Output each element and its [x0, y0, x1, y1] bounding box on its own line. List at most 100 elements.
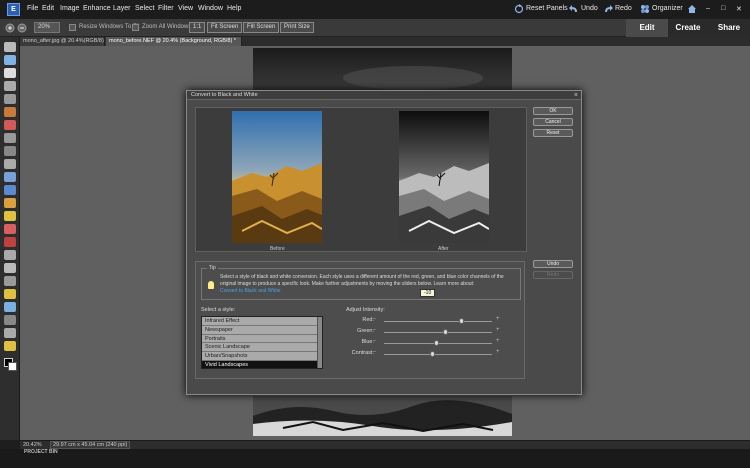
magic-wand-tool-icon[interactable]	[4, 133, 16, 143]
list-item[interactable]: Portraits	[202, 334, 319, 344]
list-item[interactable]: Scenic Landscape	[202, 343, 319, 353]
zoom-tool-icon[interactable]	[4, 55, 16, 65]
eyedropper-tool-icon[interactable]	[4, 81, 16, 91]
doc-tab-mono-after[interactable]: mono_after.jpg @ 20.4%(RGB/8)	[20, 37, 105, 46]
status-bar: 20.42% 29.97 cm x 45.04 cm (240 ppi)	[20, 440, 750, 449]
undo-button[interactable]: Undo	[581, 5, 598, 12]
lasso-tool-icon[interactable]	[4, 107, 16, 117]
home-icon[interactable]	[687, 4, 697, 14]
plus-icon: +	[496, 327, 500, 333]
red-slider-track[interactable]	[384, 321, 492, 322]
dialog-redo-button[interactable]: Redo	[533, 271, 573, 279]
blue-slider-label: Blue:	[361, 339, 374, 345]
clone-stamp-tool-icon[interactable]	[4, 211, 16, 221]
mode-tab-bar: Edit Create Share	[626, 19, 750, 37]
quick-selection-tool-icon[interactable]	[4, 120, 16, 130]
menu-window[interactable]: Window	[198, 5, 223, 12]
reset-panels-icon	[514, 4, 524, 14]
menu-edit[interactable]: Edit	[42, 5, 54, 12]
recompose-tool-icon[interactable]	[4, 172, 16, 182]
tab-share[interactable]: Share	[708, 19, 750, 37]
crop-tool-icon[interactable]	[4, 159, 16, 169]
background-color-swatch[interactable]	[8, 362, 17, 371]
dialog-close-icon[interactable]: ×	[574, 91, 578, 100]
shape-tool-icon[interactable]	[4, 289, 16, 299]
custom-shape-tool-icon[interactable]	[4, 341, 16, 351]
list-item-selected[interactable]: Vivid Landscapes	[202, 360, 319, 368]
brush-tool-icon[interactable]	[4, 237, 16, 247]
red-slider-label: Red:	[362, 317, 374, 323]
minus-icon: -	[374, 338, 376, 344]
zoom-all-windows-checkbox[interactable]	[132, 24, 139, 31]
minimize-icon[interactable]: –	[706, 5, 710, 12]
project-bin-label[interactable]: PROJECT BIN	[24, 449, 58, 455]
plus-icon: +	[496, 316, 500, 322]
menu-layer[interactable]: Layer	[113, 5, 131, 12]
minus-icon: -	[374, 316, 376, 322]
red-slider-thumb[interactable]	[458, 318, 464, 324]
zoom-all-windows-label: Zoom All Windows	[142, 24, 192, 30]
menu-file[interactable]: File	[27, 5, 38, 12]
green-slider-track[interactable]	[384, 332, 492, 333]
blue-slider-row: Blue: - +	[346, 338, 501, 347]
list-item[interactable]: Newspaper	[202, 325, 319, 335]
contrast-slider-thumb[interactable]	[429, 351, 435, 357]
ok-button[interactable]: OK	[533, 107, 573, 115]
menu-enhance[interactable]: Enhance	[83, 5, 111, 12]
tool-panel	[0, 37, 20, 440]
move-tool-icon[interactable]	[4, 42, 16, 52]
zoom-input[interactable]: 20%	[34, 22, 60, 33]
list-item[interactable]: Urban/Snapshots	[202, 352, 319, 361]
hand-tool-icon[interactable]	[4, 68, 16, 78]
list-item[interactable]: Infrared Effect	[202, 317, 319, 326]
document-image-top[interactable]	[253, 48, 512, 90]
fit-screen-button[interactable]: Fit Screen	[207, 22, 243, 33]
red-eye-tool-icon[interactable]	[4, 185, 16, 195]
menu-image[interactable]: Image	[60, 5, 79, 12]
contrast-slider-track[interactable]	[384, 354, 492, 355]
menu-help[interactable]: Help	[227, 5, 241, 12]
dialog-title: Convert to Black and White	[187, 91, 581, 100]
eraser-tool-icon[interactable]	[4, 224, 16, 234]
tab-create[interactable]: Create	[668, 19, 708, 37]
type-tool-icon[interactable]	[4, 146, 16, 156]
red-slider-row: Red: - +	[346, 316, 501, 325]
dialog-undo-button[interactable]: Undo	[533, 260, 573, 268]
contrast-slider-label: Contrast:	[351, 350, 374, 356]
close-window-icon[interactable]: ✕	[736, 5, 742, 13]
zoom-in-icon[interactable]	[5, 23, 15, 33]
reset-button[interactable]: Reset	[533, 129, 573, 137]
tab-edit[interactable]: Edit	[626, 19, 668, 37]
actual-pixels-button[interactable]: 1:1	[189, 22, 206, 33]
redo-button[interactable]: Redo	[615, 5, 632, 12]
tip-link[interactable]: Convert to Black and White	[220, 288, 281, 294]
print-size-button[interactable]: Print Size	[280, 22, 314, 33]
adjust-intensity-label: Adjust Intensity:	[346, 307, 385, 313]
maximize-icon[interactable]: □	[721, 5, 725, 12]
paint-bucket-tool-icon[interactable]	[4, 263, 16, 273]
reset-panels-button[interactable]: Reset Panels	[526, 5, 568, 12]
menu-filter[interactable]: Filter	[158, 5, 174, 12]
style-list-scrollbar[interactable]	[317, 317, 322, 368]
fill-screen-button[interactable]: Fill Screen	[243, 22, 280, 33]
gradient-tool-icon[interactable]	[4, 276, 16, 286]
resize-windows-checkbox[interactable]	[69, 24, 76, 31]
blue-slider-thumb[interactable]	[433, 340, 439, 346]
sponge-tool-icon[interactable]	[4, 315, 16, 325]
organizer-button[interactable]: Organizer	[652, 5, 683, 12]
doc-tab-mono-before[interactable]: mono_before.NEF @ 20.4% (Background, RGB…	[106, 37, 242, 46]
minus-icon: -	[374, 327, 376, 333]
marquee-tool-icon[interactable]	[4, 94, 16, 104]
smart-brush-tool-icon[interactable]	[4, 250, 16, 260]
redo-icon	[605, 5, 613, 12]
menu-view[interactable]: View	[178, 5, 193, 12]
green-slider-thumb[interactable]	[442, 329, 448, 335]
pencil-tool-icon[interactable]	[4, 328, 16, 338]
cancel-button[interactable]: Cancel	[533, 118, 573, 126]
blur-tool-icon[interactable]	[4, 302, 16, 312]
healing-brush-tool-icon[interactable]	[4, 198, 16, 208]
menu-select[interactable]: Select	[135, 5, 154, 12]
document-image-bottom[interactable]	[253, 396, 512, 436]
zoom-out-icon[interactable]	[17, 23, 27, 33]
style-list[interactable]: Infrared Effect Newspaper Portraits Scen…	[201, 316, 323, 369]
